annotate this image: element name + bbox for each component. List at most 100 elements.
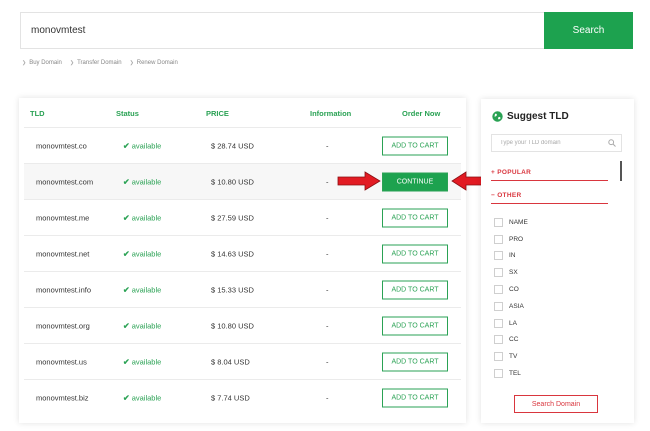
checkbox[interactable] [494, 285, 503, 295]
status-cell: ✔ available [123, 393, 161, 402]
check-icon: ✔ [123, 177, 130, 186]
tld-option-co[interactable]: CO [494, 281, 528, 298]
tld-option-tel[interactable]: TEL [494, 365, 528, 382]
info-cell: - [326, 141, 329, 150]
renew-domain-label: Renew Domain [136, 60, 178, 66]
continue-button[interactable]: CONTINUE [382, 172, 448, 191]
popular-group-toggle[interactable]: + POPULAR [491, 169, 608, 181]
table-row: monovmtest.info ✔ available $ 15.33 USD -… [24, 271, 461, 307]
info-cell: - [326, 285, 329, 294]
table-header: TLD Status PRICE Information Order Now [19, 98, 466, 128]
buy-domain-link[interactable]: ❯ Buy Domain [22, 60, 62, 66]
status-cell: ✔ available [123, 177, 161, 186]
suggest-tld-title: Suggest TLD [492, 111, 569, 122]
status-cell: ✔ available [123, 141, 161, 150]
chevron-right-icon: ❯ [22, 60, 27, 66]
tld-label: TEL [509, 370, 521, 378]
checkbox[interactable] [494, 234, 503, 244]
table-row: monovmtest.us ✔ available $ 8.04 USD - AD… [24, 343, 461, 379]
price-cell: $ 28.74 USD [211, 141, 254, 150]
add-to-cart-button[interactable]: ADD TO CART [382, 136, 448, 155]
table-row: monovmtest.com ✔ available $ 10.80 USD - … [24, 163, 461, 199]
status-cell: ✔ available [123, 321, 161, 330]
suggest-tld-panel: Suggest TLD + POPULAR − OTHER NAME PRO I… [481, 99, 634, 423]
info-cell: - [326, 393, 329, 402]
tld-option-in[interactable]: IN [494, 248, 528, 265]
tld-label: SX [509, 269, 518, 277]
status-text: available [131, 357, 162, 366]
checkbox[interactable] [494, 352, 503, 362]
info-cell: - [326, 321, 329, 330]
other-group-toggle[interactable]: − OTHER [491, 192, 608, 204]
price-cell: $ 27.59 USD [211, 213, 254, 222]
check-icon: ✔ [123, 357, 130, 366]
add-to-cart-button[interactable]: ADD TO CART [382, 244, 448, 263]
check-icon: ✔ [123, 213, 130, 222]
renew-domain-link[interactable]: ❯ Renew Domain [130, 60, 178, 66]
search-domain-button[interactable]: Search Domain [514, 395, 598, 413]
check-icon: ✔ [123, 285, 130, 294]
check-icon: ✔ [123, 393, 130, 402]
status-text: available [131, 393, 162, 402]
tld-label: LA [509, 319, 517, 327]
price-cell: $ 10.80 USD [211, 177, 254, 186]
tld-option-cc[interactable]: CC [494, 332, 528, 349]
status-text: available [131, 285, 162, 294]
price-cell: $ 7.74 USD [211, 393, 250, 402]
tld-option-pro[interactable]: PRO [494, 231, 528, 248]
checkbox[interactable] [494, 268, 503, 278]
search-button[interactable]: Search [544, 12, 633, 49]
domain-name: monovmtest.com [36, 177, 94, 186]
status-text: available [131, 321, 162, 330]
status-text: available [131, 177, 162, 186]
add-to-cart-button[interactable]: ADD TO CART [382, 280, 448, 299]
status-cell: ✔ available [123, 285, 161, 294]
chevron-right-icon: ❯ [69, 60, 75, 66]
tld-label: TV [509, 353, 518, 361]
tld-checkbox-list: NAME PRO IN SX CO ASIA LA CC TV TEL [494, 214, 528, 382]
checkbox[interactable] [494, 369, 503, 379]
panel-scrollbar[interactable] [620, 161, 622, 181]
checkbox[interactable] [494, 217, 503, 227]
tld-label: PRO [509, 235, 524, 243]
domain-search-input[interactable] [20, 12, 544, 49]
info-cell: - [326, 357, 329, 366]
tld-option-sx[interactable]: SX [494, 264, 528, 281]
status-text: available [131, 249, 162, 258]
add-to-cart-button[interactable]: ADD TO CART [382, 208, 448, 227]
domain-name: monovmtest.info [36, 285, 92, 294]
header-price: PRICE [206, 109, 229, 118]
domain-name: monovmtest.org [36, 321, 90, 330]
status-text: available [131, 141, 162, 150]
add-to-cart-button[interactable]: ADD TO CART [382, 316, 448, 335]
header-tld: TLD [30, 109, 45, 118]
chevron-right-icon: ❯ [129, 60, 134, 66]
transfer-domain-link[interactable]: ❯ Transfer Domain [70, 60, 122, 66]
price-cell: $ 14.63 USD [211, 249, 254, 258]
tld-option-tv[interactable]: TV [494, 348, 528, 365]
tld-search-input[interactable] [491, 134, 622, 152]
tld-option-name[interactable]: NAME [494, 214, 528, 231]
buy-domain-label: Buy Domain [29, 60, 62, 66]
header-order-now: Order Now [402, 109, 441, 118]
check-icon: ✔ [123, 321, 130, 330]
checkbox[interactable] [494, 335, 503, 345]
checkbox[interactable] [494, 318, 503, 328]
status-text: available [131, 213, 162, 222]
checkbox[interactable] [494, 301, 503, 311]
tld-label: NAME [509, 218, 528, 226]
domain-name: monovmtest.biz [36, 393, 89, 402]
tld-option-asia[interactable]: ASIA [494, 298, 528, 315]
tld-label: ASIA [509, 302, 524, 310]
domain-action-links: ❯ Buy Domain ❯ Transfer Domain ❯ Renew Doma… [22, 60, 178, 66]
table-row: monovmtest.me ✔ available $ 27.59 USD - A… [24, 199, 461, 235]
header-status: Status [116, 109, 139, 118]
status-cell: ✔ available [123, 213, 161, 222]
price-cell: $ 15.33 USD [211, 285, 254, 294]
checkbox[interactable] [494, 251, 503, 261]
add-to-cart-button[interactable]: ADD TO CART [382, 388, 448, 407]
add-to-cart-button[interactable]: ADD TO CART [382, 352, 448, 371]
status-cell: ✔ available [123, 357, 161, 366]
domain-name: monovmtest.co [36, 141, 87, 150]
tld-option-la[interactable]: LA [494, 315, 528, 332]
